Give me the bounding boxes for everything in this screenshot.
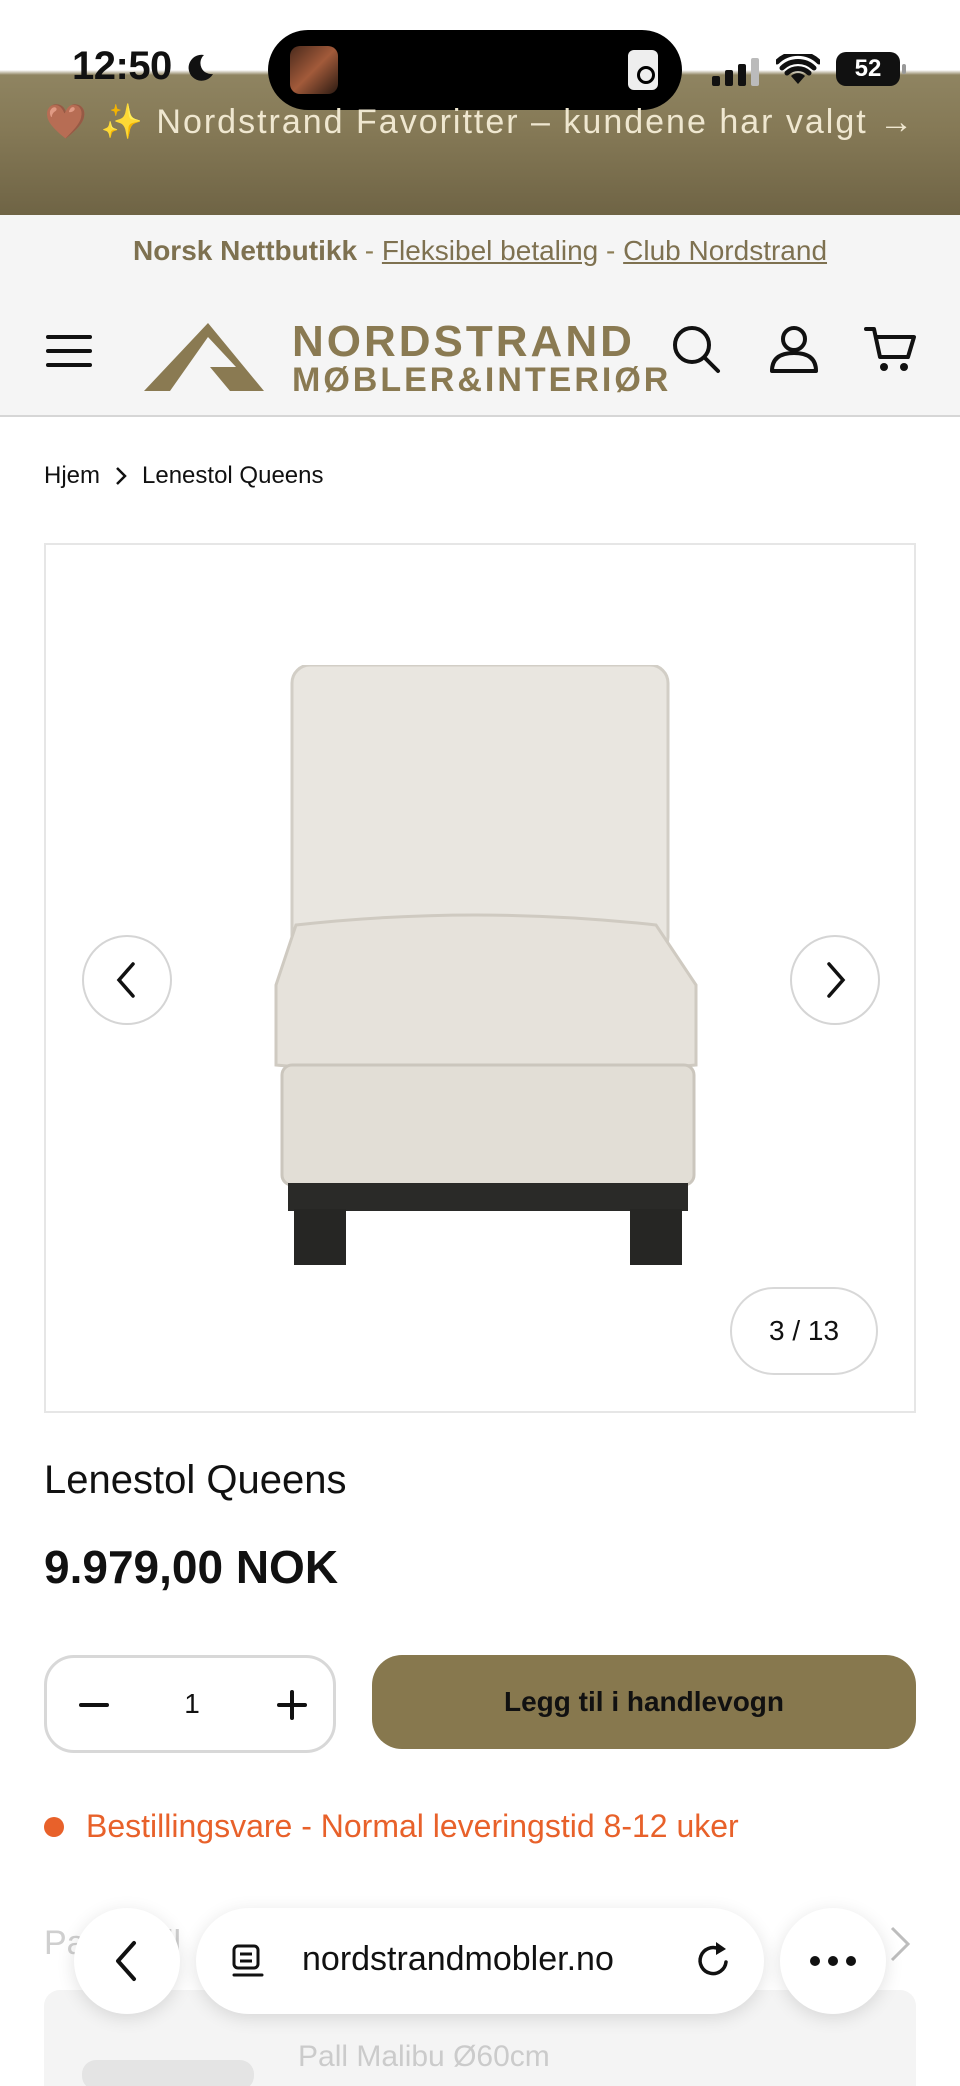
- related-product-name: Pall Malibu Ø60cm: [298, 2040, 550, 2073]
- promo-banner[interactable]: 🤎 ✨ Nordstrand Favoritter – kundene har …: [0, 100, 960, 215]
- breadcrumb-current: Lenestol Queens: [142, 462, 324, 489]
- speaker-icon: [628, 50, 658, 90]
- gallery-next-button[interactable]: [790, 935, 880, 1025]
- dynamic-island: [268, 30, 682, 110]
- logo-text-line2: MØBLER&INTERIØR: [292, 361, 672, 399]
- browser-more-button[interactable]: [780, 1908, 886, 2014]
- chevron-left-icon: [116, 962, 135, 998]
- breadcrumb: Hjem Lenestol Queens: [44, 462, 323, 490]
- status-time: 12:50: [72, 44, 172, 88]
- menu-icon[interactable]: [46, 331, 94, 371]
- quantity-stepper: 1: [44, 1655, 336, 1753]
- product-image: [274, 665, 698, 1265]
- product-title: Lenestol Queens: [44, 1458, 347, 1502]
- promo-text: 🤎 ✨ Nordstrand Favoritter – kundene har …: [44, 103, 916, 141]
- gallery-previous-button[interactable]: [82, 935, 172, 1025]
- logo-text-line1: NORDSTRAND: [292, 317, 635, 366]
- url-text[interactable]: nordstrandmobler.no: [302, 1940, 614, 1979]
- quantity-value[interactable]: 1: [157, 1688, 227, 1720]
- chevron-right-icon[interactable]: [888, 1924, 912, 1964]
- gallery-counter: 3 / 13: [730, 1287, 878, 1375]
- product-gallery[interactable]: 3 / 13: [44, 543, 916, 1413]
- sub-banner-separator: -: [357, 235, 382, 266]
- browser-back-button[interactable]: [74, 1908, 180, 2014]
- breadcrumb-home-link[interactable]: Hjem: [44, 462, 100, 490]
- product-price: 9.979,00 NOK: [44, 1541, 339, 1593]
- decrease-quantity-button[interactable]: [71, 1682, 117, 1728]
- battery-indicator: 52: [836, 52, 906, 86]
- moon-icon: [188, 54, 213, 81]
- status-bar: 12:50 52: [0, 0, 960, 110]
- cart-icon[interactable]: [862, 321, 918, 377]
- chevron-right-icon: [827, 962, 846, 998]
- sub-banner: Norsk Nettbutikk - Fleksibel betaling - …: [0, 215, 960, 287]
- search-icon[interactable]: [668, 321, 724, 377]
- account-icon[interactable]: [766, 321, 822, 377]
- page-menu-icon[interactable]: [230, 1942, 266, 1980]
- cellular-signal-icon: [712, 58, 759, 86]
- wifi-icon: [776, 54, 820, 84]
- more-icon: [810, 1956, 856, 1966]
- stock-status-text: Bestillingsvare - Normal leveringstid 8-…: [86, 1808, 739, 1844]
- stock-status: Bestillingsvare - Normal leveringstid 8-…: [44, 1808, 739, 1845]
- logo-mark-icon: [144, 323, 264, 391]
- chevron-right-icon: [116, 467, 127, 485]
- site-header: NORDSTRAND MØBLER&INTERIØR: [0, 287, 960, 417]
- site-logo[interactable]: NORDSTRAND MØBLER&INTERIØR: [144, 311, 668, 399]
- sub-banner-brand: Norsk Nettbutikk: [132, 235, 358, 266]
- add-to-cart-button[interactable]: Legg til i handlevogn: [372, 1655, 916, 1749]
- reload-icon[interactable]: [692, 1938, 736, 1982]
- now-playing-artwork: [290, 46, 338, 94]
- stock-status-dot: [44, 1816, 64, 1837]
- address-bar[interactable]: nordstrandmobler.no: [196, 1908, 764, 2014]
- flexible-payment-link[interactable]: Fleksibel betaling: [382, 235, 598, 266]
- related-product-thumbnail: [82, 2060, 254, 2086]
- chevron-left-icon: [116, 1941, 136, 1981]
- sub-banner-separator: -: [598, 235, 624, 266]
- club-nordstrand-link[interactable]: Club Nordstrand: [623, 235, 827, 266]
- increase-quantity-button[interactable]: [269, 1682, 315, 1728]
